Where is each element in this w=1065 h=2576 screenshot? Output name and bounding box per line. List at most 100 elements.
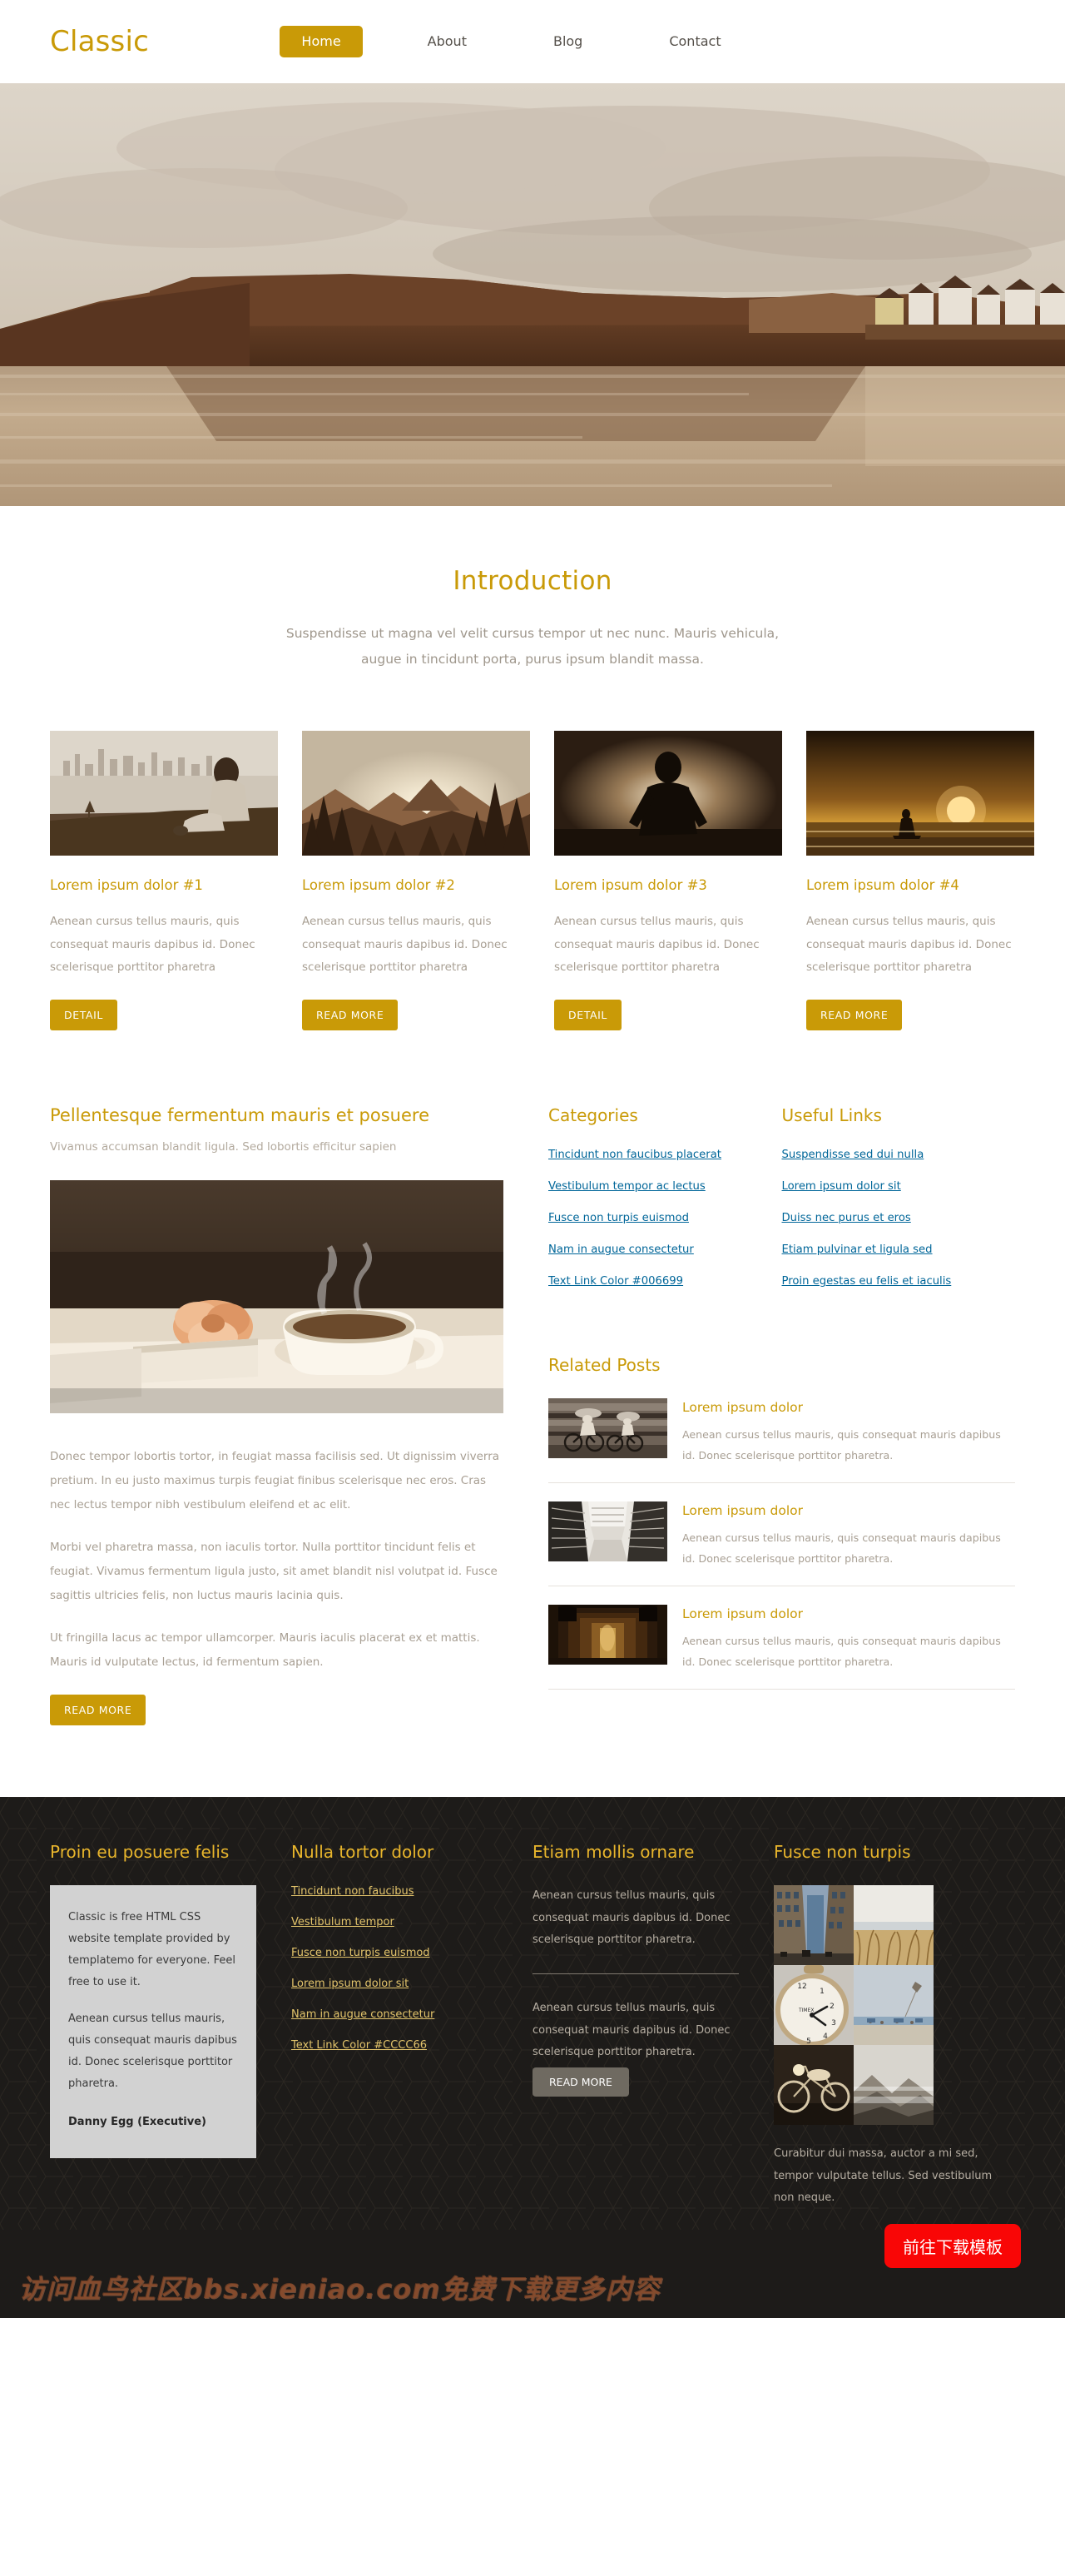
useful-link[interactable]: Proin egestas eu felis et iaculis — [782, 1275, 1016, 1288]
article-read-more-button[interactable]: READ MORE — [50, 1695, 146, 1726]
modern-architecture-perspective-image — [548, 1501, 667, 1562]
main-navigation: Home About Blog Contact — [132, 26, 890, 57]
related-post-text: Aenean cursus tellus mauris, quis conseq… — [682, 1635, 1001, 1668]
nav-item-blog[interactable]: Blog — [532, 26, 604, 57]
footer-col4-title: Fusce non turpis — [774, 1842, 911, 1863]
cyclists-motion-blur-image — [548, 1398, 667, 1459]
footer-read-more-button[interactable]: READ MORE — [532, 2067, 629, 2097]
misty-mountain-ridge-image — [854, 2045, 934, 2126]
card-title[interactable]: Lorem ipsum dolor #4 — [806, 877, 1034, 893]
introduction-text: Suspendisse ut magna vel velit cursus te… — [200, 621, 865, 673]
sidebar-column: Categories Tincidunt non faucibus placer… — [503, 1105, 1015, 1708]
footer-link[interactable]: Text Link Color #CCCC66 — [291, 2039, 498, 2052]
gallery-cell-2[interactable] — [854, 1885, 934, 1966]
related-post-divider — [548, 1482, 1015, 1484]
related-post-item[interactable]: Lorem ipsum dolor Aenean cursus tellus m… — [548, 1605, 1015, 1672]
svg-text:12: 12 — [797, 1983, 806, 1991]
related-post-thumbnail-2 — [548, 1501, 667, 1562]
introduction-title: Introduction — [453, 566, 612, 596]
category-link[interactable]: Fusce non turpis euismod — [548, 1212, 782, 1224]
related-post-title[interactable]: Lorem ipsum dolor — [682, 1400, 1015, 1415]
gallery-cell-4[interactable] — [854, 1965, 934, 2046]
footer-column-text: Etiam mollis ornare Aenean cursus tellus… — [532, 1840, 774, 2210]
footer-quote-author: Danny Egg (Executive) — [68, 2116, 206, 2129]
footer-link[interactable]: Nam in augue consectetur — [291, 2008, 498, 2021]
footer-quote-paragraph-1: Classic is free HTML CSS website templat… — [68, 1911, 235, 1989]
related-post-item[interactable]: Lorem ipsum dolor Aenean cursus tellus m… — [548, 1398, 1015, 1466]
footer-columns: Proin eu posuere felis Classic is free H… — [50, 1840, 1015, 2210]
category-link[interactable]: Vestibulum tempor ac lectus — [548, 1180, 782, 1193]
related-post-title[interactable]: Lorem ipsum dolor — [682, 1606, 1015, 1621]
timex-clock-closeup-image: 12 1 2 3 4 5 TIMEX — [774, 1965, 854, 2046]
related-post-thumbnail-1 — [548, 1398, 667, 1459]
related-post-body: Lorem ipsum dolor Aenean cursus tellus m… — [682, 1398, 1015, 1466]
nav-item-about[interactable]: About — [406, 26, 488, 57]
useful-link[interactable]: Lorem ipsum dolor sit — [782, 1180, 1016, 1193]
card-title[interactable]: Lorem ipsum dolor #2 — [302, 877, 530, 893]
related-post-body: Lorem ipsum dolor Aenean cursus tellus m… — [682, 1501, 1015, 1569]
content-area: Pellentesque fermentum mauris et posuere… — [0, 1030, 1065, 1726]
gallery-cell-1[interactable] — [774, 1885, 854, 1966]
footer-link[interactable]: Fusce non turpis euismod — [291, 1947, 498, 1959]
card-button-detail[interactable]: DETAIL — [554, 1000, 622, 1031]
gallery-cell-3[interactable]: 12 1 2 3 4 5 TIMEX — [774, 1965, 854, 2046]
useful-link[interactable]: Duiss nec purus et eros — [782, 1212, 1016, 1224]
nav-item-home[interactable]: Home — [280, 26, 363, 57]
card-thumbnail-4[interactable] — [806, 731, 1034, 856]
card-text: Aenean cursus tellus mauris, quis conseq… — [50, 915, 255, 975]
article-paragraph-2: Morbi vel pharetra massa, non iaculis to… — [50, 1541, 498, 1603]
categories-widget: Categories Tincidunt non faucibus placer… — [548, 1105, 782, 1307]
dark-corridor-arches-image — [548, 1605, 667, 1665]
category-link[interactable]: Nam in augue consectetur — [548, 1243, 782, 1256]
footer-image-gallery: 12 1 2 3 4 5 TIMEX — [774, 1885, 934, 2126]
card-button-read-more[interactable]: READ MORE — [806, 1000, 903, 1031]
footer-col3-title: Etiam mollis ornare — [532, 1842, 695, 1863]
card-thumbnail-1[interactable] — [50, 731, 278, 856]
related-posts-title: Related Posts — [548, 1355, 661, 1376]
person-sitting-city-skyline-image — [50, 731, 278, 856]
footer-link[interactable]: Tincidunt non faucibus — [291, 1885, 498, 1898]
article-title: Pellentesque fermentum mauris et posuere — [50, 1105, 429, 1126]
footer-link[interactable]: Vestibulum tempor — [291, 1916, 498, 1928]
coffee-cup-book-flower-image — [50, 1180, 503, 1414]
mountain-valley-sunset-image — [302, 731, 530, 856]
related-post-text: Aenean cursus tellus mauris, quis conseq… — [682, 1531, 1001, 1565]
useful-link[interactable]: Etiam pulvinar et ligula sed — [782, 1243, 1016, 1256]
related-post-text: Aenean cursus tellus mauris, quis conseq… — [682, 1428, 1001, 1462]
card-button-detail[interactable]: DETAIL — [50, 1000, 117, 1031]
svg-text:4: 4 — [823, 2033, 828, 2041]
city-street-buildings-image — [774, 1885, 854, 1966]
nav-item-contact[interactable]: Contact — [647, 26, 742, 57]
card-thumbnail-3[interactable] — [554, 731, 782, 856]
related-post-item[interactable]: Lorem ipsum dolor Aenean cursus tellus m… — [548, 1501, 1015, 1569]
gallery-cell-6[interactable] — [854, 2045, 934, 2126]
footer-col3-paragraph-2: Aenean cursus tellus mauris, quis conseq… — [532, 2002, 731, 2059]
surfer-beach-sunset-image — [806, 731, 1034, 856]
card-thumbnail-2[interactable] — [302, 731, 530, 856]
card-button-read-more[interactable]: READ MORE — [302, 1000, 399, 1031]
category-link[interactable]: Tincidunt non faucibus placerat — [548, 1149, 782, 1161]
related-post-body: Lorem ipsum dolor Aenean cursus tellus m… — [682, 1605, 1015, 1672]
footer-col2-title: Nulla tortor dolor — [291, 1842, 434, 1863]
useful-link[interactable]: Suspendisse sed dui nulla — [782, 1149, 1016, 1161]
related-posts-widget: Related Posts Lorem ipsum dolor Aenean c… — [548, 1355, 1015, 1690]
sidebar-link-lists: Categories Tincidunt non faucibus placer… — [548, 1105, 1015, 1307]
article-image — [50, 1180, 503, 1414]
footer-divider — [532, 1973, 739, 1975]
feature-card: Lorem ipsum dolor #4 Aenean cursus tellu… — [806, 731, 1034, 1031]
footer-link[interactable]: Lorem ipsum dolor sit — [291, 1978, 498, 1990]
gallery-cell-5[interactable] — [774, 2045, 854, 2126]
silhouette-person-sunrise-image — [554, 731, 782, 856]
related-post-title[interactable]: Lorem ipsum dolor — [682, 1503, 1015, 1518]
site-header: Classic Home About Blog Contact — [0, 0, 1065, 83]
footer-column-gallery: Fusce non turpis 12 1 2 3 4 5 TIMEX Cura… — [774, 1840, 1015, 2210]
card-title[interactable]: Lorem ipsum dolor #3 — [554, 877, 782, 893]
useful-links-widget: Useful Links Suspendisse sed dui nulla L… — [782, 1105, 1016, 1307]
card-text: Aenean cursus tellus mauris, quis conseq… — [806, 915, 1012, 975]
category-link[interactable]: Text Link Color #006699 — [548, 1275, 782, 1288]
introduction-section: Introduction Suspendisse ut magna vel ve… — [0, 506, 1065, 673]
download-template-button[interactable]: 前往下载模板 — [884, 2224, 1021, 2269]
vintage-motorcycle-image — [774, 2045, 854, 2126]
card-title[interactable]: Lorem ipsum dolor #1 — [50, 877, 278, 893]
card-text: Aenean cursus tellus mauris, quis conseq… — [554, 915, 760, 975]
